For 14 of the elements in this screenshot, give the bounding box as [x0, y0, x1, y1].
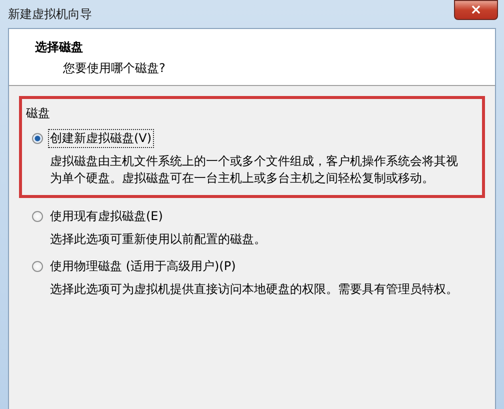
radio-option[interactable]: 创建新虚拟磁盘(V): [32, 130, 153, 147]
radio-option[interactable]: 使用现有虚拟磁盘(E): [32, 208, 164, 225]
option-description: 虚拟磁盘由主机文件系统上的一个或多个文件组成，客户机操作系统会将其视为单个硬盘。虚拟磁盘可在一台主机上或多台主机之间轻松复制或移动。: [50, 153, 459, 187]
page-title: 选择磁盘: [35, 39, 83, 56]
window-title: 新建虚拟机向导: [8, 6, 92, 22]
option-description: 选择此选项可为虚拟机提供直接访问本地硬盘的权限。需要具有管理员特权。: [50, 281, 459, 298]
radio-option[interactable]: 使用物理磁盘 (适用于高级用户)(P): [32, 258, 237, 275]
radio-button[interactable]: [32, 133, 43, 144]
radio-button[interactable]: [32, 211, 43, 222]
close-button[interactable]: ×: [454, 0, 498, 20]
page-subtitle: 您要使用哪个磁盘?: [63, 60, 166, 77]
option-description: 选择此选项可重新使用以前配置的磁盘。: [50, 231, 267, 248]
radio-button[interactable]: [32, 261, 43, 272]
group-label: 磁盘: [26, 105, 50, 122]
